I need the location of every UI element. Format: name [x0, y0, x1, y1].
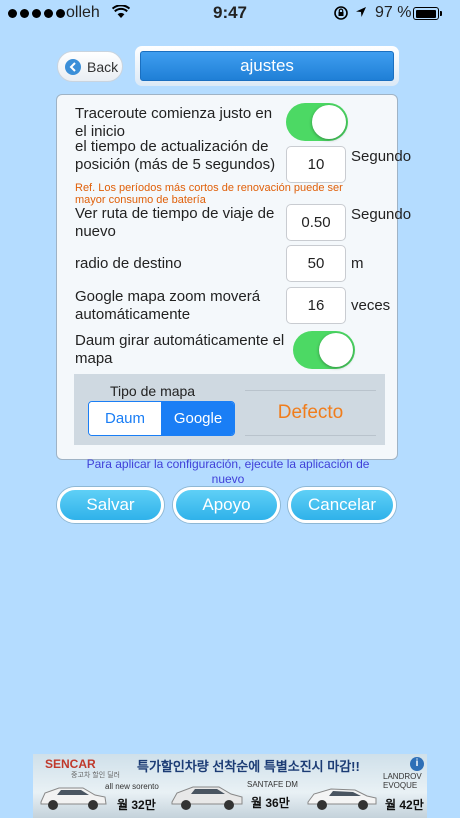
- position-update-label: el tiempo de actualización de posición (…: [75, 138, 276, 173]
- rotation-lock-icon: [334, 6, 348, 20]
- segment-daum[interactable]: Daum: [89, 402, 162, 435]
- ad-car2-price: 월 36만: [251, 796, 290, 810]
- info-icon[interactable]: i: [410, 757, 424, 771]
- travel-time-input[interactable]: 0.50: [286, 204, 346, 241]
- restart-note: Para aplicar la configuración, ejecute l…: [86, 457, 370, 486]
- position-update-unit: Segundo: [351, 148, 412, 165]
- travel-time-unit: Segundo: [351, 206, 412, 223]
- save-button[interactable]: Salvar: [57, 487, 164, 523]
- traceroute-toggle[interactable]: [286, 103, 348, 141]
- car-santafe-icon: [171, 786, 243, 810]
- battery-warning: Ref. Los períodos más cortos de renovaci…: [75, 182, 343, 206]
- back-button[interactable]: Back: [57, 51, 123, 82]
- map-type-segmented-control[interactable]: Daum Google: [88, 401, 235, 436]
- location-arrow-icon: [356, 7, 366, 17]
- ad-car1-price: 월 32만: [117, 798, 156, 812]
- page-title: ajustes: [140, 51, 394, 81]
- toggle-knob: [312, 105, 346, 139]
- ad-banner[interactable]: SENCAR 중고차 할인 딜러 특가할인차량 선착순에 특별소진시 마감!! …: [33, 754, 427, 818]
- title-frame: ajustes: [135, 46, 399, 86]
- chevron-left-icon: [65, 58, 81, 75]
- ad-car3-price: 월 42만: [385, 798, 424, 812]
- battery-percent: 97 %: [375, 4, 412, 21]
- radius-input[interactable]: 50: [286, 245, 346, 282]
- back-label: Back: [87, 58, 119, 75]
- battery-tip: [440, 11, 442, 16]
- ad-brand: SENCAR: [45, 757, 96, 771]
- map-type-section: Tipo de mapa Daum Google Defecto: [74, 374, 385, 445]
- ad-car3-name: LANDROV EVOQUE: [383, 772, 422, 790]
- radius-label: radio de destino: [75, 255, 182, 272]
- default-button[interactable]: Defecto: [245, 390, 376, 436]
- map-type-label: Tipo de mapa: [110, 383, 196, 399]
- zoom-unit: veces: [351, 297, 391, 314]
- position-update-input[interactable]: 10: [286, 146, 346, 183]
- support-button[interactable]: Apoyo: [173, 487, 280, 523]
- battery-fill: [415, 9, 436, 18]
- toggle-knob: [319, 333, 353, 367]
- segment-google[interactable]: Google: [162, 402, 234, 435]
- battery-icon: [413, 7, 439, 20]
- rotate-label: Daum girar automáticamente el mapa: [75, 332, 285, 367]
- status-bar: olleh 9:47 97 %: [0, 0, 460, 28]
- traceroute-label: Traceroute comienza justo en el inicio: [75, 105, 273, 140]
- rotate-toggle[interactable]: [293, 331, 355, 369]
- zoom-label: Google mapa zoom moverá automáticamente: [75, 288, 261, 323]
- car-evoque-icon: [307, 788, 377, 810]
- radius-unit: m: [351, 255, 364, 272]
- ad-car1-name: all new sorento: [105, 782, 159, 791]
- zoom-input[interactable]: 16: [286, 287, 346, 324]
- travel-time-label: Ver ruta de tiempo de viaje de nuevo: [75, 205, 275, 240]
- settings-panel: Traceroute comienza justo en el inicio e…: [56, 94, 412, 460]
- ad-brand-sub: 중고차 할인 딜러: [71, 772, 120, 779]
- car-sorento-icon: [40, 787, 107, 810]
- cancel-button[interactable]: Cancelar: [288, 487, 396, 523]
- ad-car2-name: SANTAFE DM: [247, 780, 298, 789]
- ad-headline: 특가할인차량 선착순에 특별소진시 마감!!: [137, 759, 360, 774]
